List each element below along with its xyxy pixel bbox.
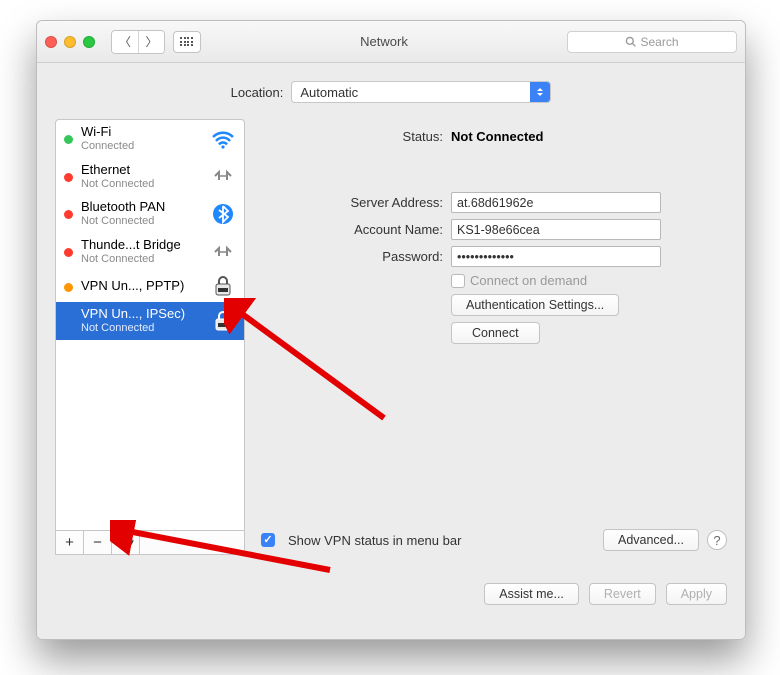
forward-button[interactable]: 〉 xyxy=(138,31,164,53)
status-value: Not Connected xyxy=(451,129,543,144)
sidebar-item-service[interactable]: VPN Un..., IPSec)Not Connected xyxy=(56,302,244,340)
show-vpn-status-label: Show VPN status in menu bar xyxy=(288,533,461,548)
service-name: VPN Un..., PPTP) xyxy=(81,279,202,294)
network-prefs-window: 〈 〉 Network Search Location: Automatic xyxy=(36,20,746,640)
apply-button[interactable]: Apply xyxy=(666,583,727,605)
service-list-toolbar: + − ⚙︎▼ xyxy=(56,530,244,554)
password-label: Password: xyxy=(261,249,451,264)
service-name: VPN Un..., IPSec) xyxy=(81,307,202,322)
location-value: Automatic xyxy=(300,85,358,100)
ethernet-icon xyxy=(210,241,236,263)
connect-on-demand-checkbox[interactable] xyxy=(451,274,465,288)
bluetooth-icon xyxy=(210,203,236,225)
account-name-label: Account Name: xyxy=(261,222,451,237)
service-list-sidebar: Wi-FiConnectedEthernetNot ConnectedBluet… xyxy=(55,119,245,555)
auth-settings-row: Authentication Settings... xyxy=(261,294,727,316)
connect-on-demand-row: Connect on demand xyxy=(261,273,727,288)
connect-row: Connect xyxy=(261,322,727,344)
sidebar-item-service[interactable]: EthernetNot Connected xyxy=(56,158,244,196)
service-name: Thunde...t Bridge xyxy=(81,238,202,253)
service-name: Ethernet xyxy=(81,163,202,178)
remove-service-button[interactable]: − xyxy=(84,531,112,554)
service-status: Not Connected xyxy=(81,322,202,335)
window-title: Network xyxy=(209,34,559,49)
wifi-icon xyxy=(210,128,236,150)
show-vpn-status-checkbox[interactable] xyxy=(261,533,275,547)
toolbar-spacer xyxy=(140,531,244,554)
password-row: Password: xyxy=(261,246,727,267)
service-details-panel: Status: Not Connected Server Address: Ac… xyxy=(261,119,727,555)
connect-on-demand-label: Connect on demand xyxy=(470,273,587,288)
help-button[interactable]: ? xyxy=(707,530,727,550)
titlebar: 〈 〉 Network Search xyxy=(37,21,745,63)
chevron-updown-icon xyxy=(530,82,550,102)
vpn-icon xyxy=(210,310,236,332)
search-icon xyxy=(625,36,636,47)
password-input[interactable] xyxy=(451,246,661,267)
service-status: Connected xyxy=(81,140,202,153)
add-service-button[interactable]: + xyxy=(56,531,84,554)
assist-me-button[interactable]: Assist me... xyxy=(484,583,579,605)
location-label: Location: xyxy=(231,85,284,100)
location-select[interactable]: Automatic xyxy=(291,81,551,103)
vpn-icon xyxy=(210,275,236,297)
grid-icon xyxy=(180,37,194,46)
ethernet-icon xyxy=(210,165,236,187)
server-address-input[interactable] xyxy=(451,192,661,213)
gear-icon: ⚙︎ xyxy=(116,536,126,549)
zoom-window-button[interactable] xyxy=(83,36,95,48)
status-row: Status: Not Connected xyxy=(261,129,727,144)
status-dot-icon xyxy=(64,283,73,292)
sidebar-item-service[interactable]: Bluetooth PANNot Connected xyxy=(56,195,244,233)
service-list[interactable]: Wi-FiConnectedEthernetNot ConnectedBluet… xyxy=(56,120,244,530)
connect-button[interactable]: Connect xyxy=(451,322,540,344)
nav-back-forward: 〈 〉 xyxy=(111,30,165,54)
service-actions-button[interactable]: ⚙︎▼ xyxy=(112,531,140,554)
service-status: Not Connected xyxy=(81,178,202,191)
status-dot-icon xyxy=(64,248,73,257)
service-name: Bluetooth PAN xyxy=(81,200,202,215)
server-address-label: Server Address: xyxy=(261,195,451,210)
minimize-window-button[interactable] xyxy=(64,36,76,48)
bottom-options-row: Show VPN status in menu bar Advanced... … xyxy=(261,529,727,551)
advanced-button[interactable]: Advanced... xyxy=(603,529,699,551)
location-row: Location: Automatic xyxy=(55,81,727,103)
window-controls xyxy=(45,36,95,48)
close-window-button[interactable] xyxy=(45,36,57,48)
server-row: Server Address: xyxy=(261,192,727,213)
sidebar-item-service[interactable]: VPN Un..., PPTP) xyxy=(56,270,244,302)
auth-settings-button[interactable]: Authentication Settings... xyxy=(451,294,619,316)
search-field[interactable]: Search xyxy=(567,31,737,53)
service-status: Not Connected xyxy=(81,253,202,266)
chevron-down-icon: ▼ xyxy=(127,538,135,547)
status-dot-icon xyxy=(64,210,73,219)
revert-button[interactable]: Revert xyxy=(589,583,656,605)
sidebar-item-service[interactable]: Thunde...t BridgeNot Connected xyxy=(56,233,244,271)
footer: Assist me... Revert Apply xyxy=(37,569,745,619)
content-area: Location: Automatic Wi-FiConnectedEthern… xyxy=(37,63,745,569)
show-all-button[interactable] xyxy=(173,31,201,53)
service-name: Wi-Fi xyxy=(81,125,202,140)
search-placeholder: Search xyxy=(640,35,678,49)
service-status: Not Connected xyxy=(81,215,202,228)
status-label: Status: xyxy=(261,129,451,144)
status-dot-icon xyxy=(64,173,73,182)
sidebar-item-service[interactable]: Wi-FiConnected xyxy=(56,120,244,158)
back-button[interactable]: 〈 xyxy=(112,31,138,53)
account-name-input[interactable] xyxy=(451,219,661,240)
account-row: Account Name: xyxy=(261,219,727,240)
status-dot-icon xyxy=(64,135,73,144)
